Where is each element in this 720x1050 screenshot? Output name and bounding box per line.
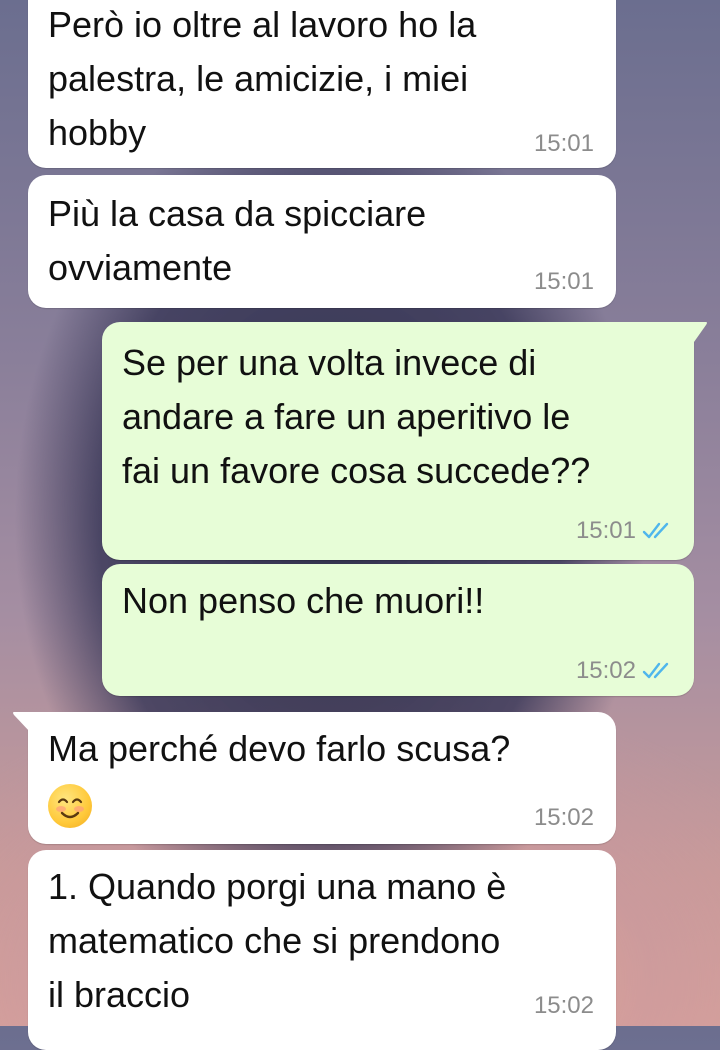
- message-bubble-incoming[interactable]: 1. Quando porgi una mano è matematico ch…: [28, 850, 616, 1050]
- message-time: 15:01: [533, 130, 594, 157]
- double-check-icon: [642, 662, 669, 679]
- message-bubble-incoming[interactable]: Però io oltre al lavoro ho la palestra, …: [28, 0, 616, 168]
- message-text: Ma perché devo farlo scusa?: [48, 728, 511, 769]
- message-text: Però io oltre al lavoro ho la palestra, …: [48, 4, 477, 153]
- message-bubble-incoming[interactable]: Ma perché devo farlo scusa? 15:02: [28, 712, 616, 844]
- message-time: 15:02: [533, 992, 594, 1019]
- message-text: 1. Quando porgi una mano è matematico ch…: [48, 866, 507, 1015]
- message-text: Non penso che muori!!: [122, 580, 485, 621]
- message-text: Se per una volta invece di andare a fare…: [122, 342, 591, 491]
- message-text: Più la casa da spicciare ovviamente: [48, 193, 427, 288]
- bubble-tail: [13, 712, 32, 732]
- message-time: 15:02: [575, 657, 636, 684]
- smiling-face-emoji: [48, 784, 92, 828]
- message-bubble-outgoing[interactable]: Se per una volta invece di andare a fare…: [102, 322, 694, 560]
- message-bubble-outgoing[interactable]: Non penso che muori!! 15:02: [102, 564, 694, 696]
- message-time: 15:01: [575, 517, 636, 544]
- double-check-icon: [642, 522, 669, 539]
- message-bubble-incoming[interactable]: Più la casa da spicciare ovviamente 15:0…: [28, 175, 616, 308]
- message-time: 15:01: [533, 268, 594, 295]
- bubble-tail: [690, 322, 707, 342]
- message-time: 15:02: [533, 804, 594, 831]
